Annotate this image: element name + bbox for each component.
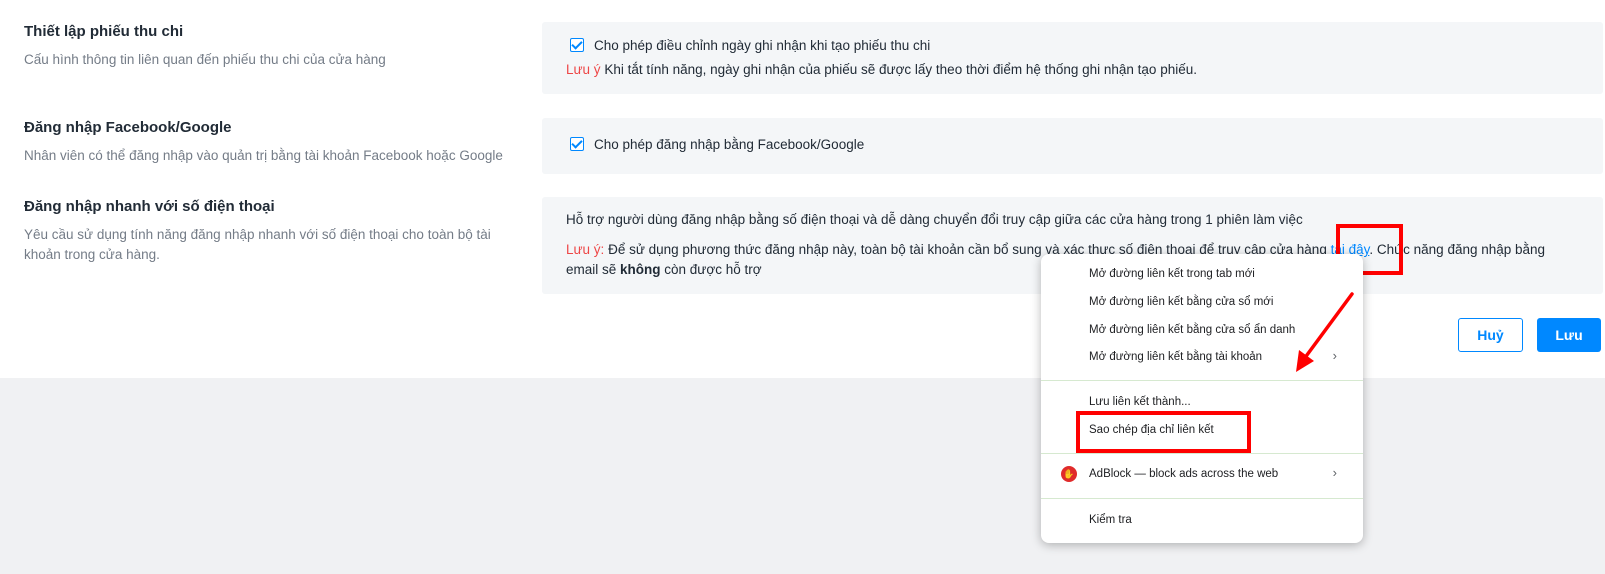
red-arrow-icon xyxy=(1296,292,1354,372)
